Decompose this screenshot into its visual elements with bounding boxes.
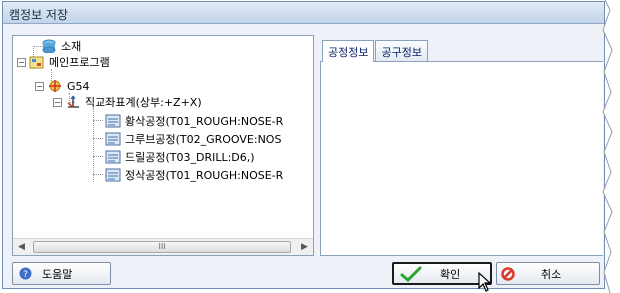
info-tabs: 공정정보 공구정보 (322, 40, 429, 62)
horizontal-scrollbar[interactable]: ◀ III ▶ (13, 238, 313, 255)
collapse-icon[interactable]: − (17, 57, 26, 67)
collapse-icon[interactable]: − (35, 81, 44, 91)
process-icon (105, 132, 121, 146)
main-program-icon (29, 56, 44, 69)
tab-tool-info[interactable]: 공구정보 (375, 40, 428, 61)
process-icon (105, 150, 121, 164)
tree-item-coordinate-system[interactable]: − 직교좌표계(상부:+Z+X) (53, 94, 202, 110)
ok-button-label: 확인 (440, 267, 461, 281)
tab-process-info[interactable]: 공정정보 (322, 40, 375, 62)
cancel-button[interactable]: 취소 (496, 262, 600, 285)
scroll-thumb[interactable]: III (33, 241, 291, 253)
svg-text:?: ? (23, 270, 28, 280)
collapse-icon[interactable]: − (53, 97, 62, 107)
program-tree[interactable]: 소재 − 메인프로그램 − G54 − 직교좌표계(상부:+Z+X) 황삭공정(… (12, 35, 314, 256)
tree-item-label: G54 (67, 79, 90, 93)
process-icon (105, 168, 121, 182)
tree-item-label: 그루브공정(T02_GROOVE:NOS (125, 133, 282, 146)
dialog-title: 캠정보 저장 (3, 2, 604, 24)
tree-item-label: 드릴공정(T03_DRILL:D6,) (125, 151, 255, 164)
scroll-left-icon[interactable]: ◀ (13, 239, 30, 255)
help-button-label: 도움말 (42, 267, 73, 281)
tree-item-main-program[interactable]: − 메인프로그램 (17, 54, 110, 70)
mouse-cursor-icon (478, 272, 492, 292)
scroll-right-icon[interactable]: ▶ (296, 239, 313, 255)
tree-item-stock[interactable]: 소재 (41, 38, 81, 54)
tree-item-g54[interactable]: − G54 (35, 78, 90, 94)
tree-item-label: 메인프로그램 (49, 56, 110, 69)
tree-item-process[interactable]: 드릴공정(T03_DRILL:D6,) (105, 149, 255, 165)
help-icon: ? (19, 267, 32, 280)
cancel-icon (501, 266, 515, 281)
tab-content-panel (320, 61, 603, 256)
torn-edge-decoration (602, 0, 620, 293)
tree-item-label: 소재 (61, 40, 82, 53)
tree-item-process[interactable]: 그루브공정(T02_GROOVE:NOS (105, 131, 281, 147)
ok-button[interactable]: 확인 (392, 262, 492, 285)
tree-item-process[interactable]: 황삭공정(T01_ROUGH:NOSE-R (105, 113, 283, 129)
tree-item-label: 황삭공정(T01_ROUGH:NOSE-R (125, 115, 284, 128)
axis-icon (67, 95, 79, 108)
tree-item-label: 정삭공정(T01_ROUGH:NOSE-R (125, 169, 284, 182)
cancel-button-label: 취소 (541, 267, 562, 281)
button-bar: ? 도움말 확인 취소 (12, 262, 603, 286)
process-icon (105, 114, 121, 128)
stock-icon (42, 39, 56, 53)
tree-item-label: 직교좌표계(상부:+Z+X) (85, 96, 202, 109)
check-icon (400, 266, 422, 282)
coordinate-icon (49, 80, 61, 92)
tree-item-process[interactable]: 정삭공정(T01_ROUGH:NOSE-R (105, 167, 283, 183)
help-button[interactable]: ? 도움말 (12, 262, 111, 285)
